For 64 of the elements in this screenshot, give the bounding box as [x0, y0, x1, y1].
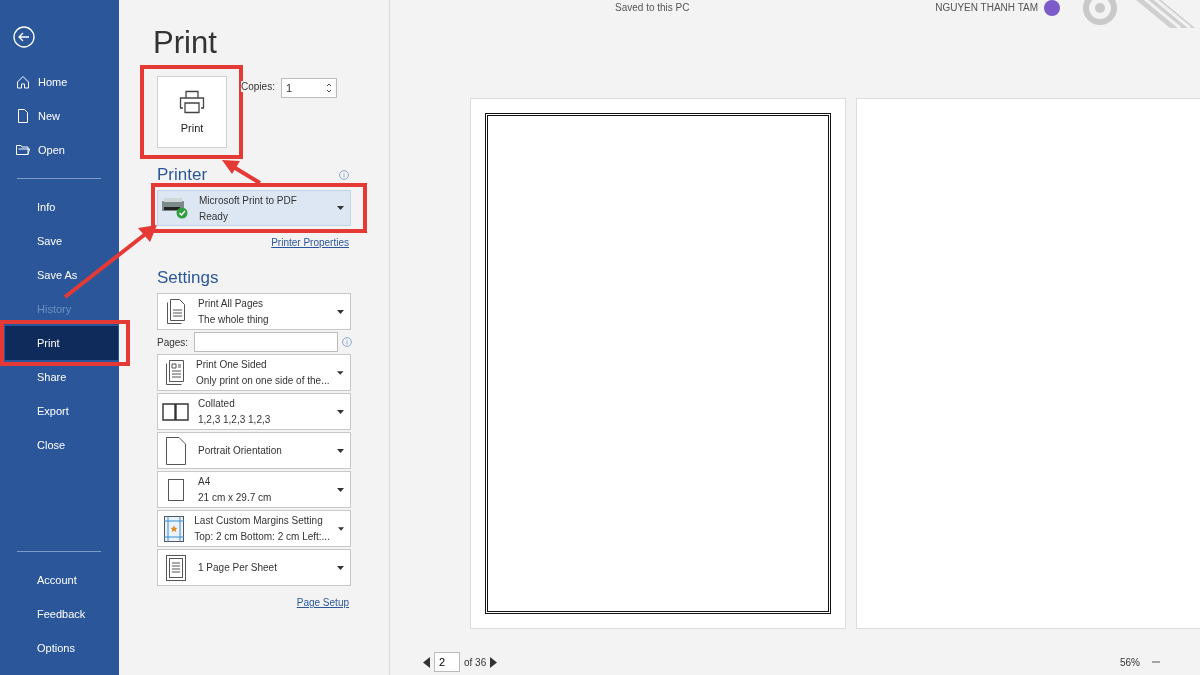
nav-label: Home: [38, 76, 68, 88]
settings-dropdown[interactable]: Collated 1,2,3 1,2,3 1,2,3: [157, 393, 351, 430]
nav-label: New: [38, 110, 60, 122]
settings-dropdown[interactable]: Print One Sided Only print on one side of the...: [157, 354, 351, 391]
page-number-field[interactable]: 2: [434, 652, 460, 672]
nav-item[interactable]: Options: [0, 631, 119, 665]
nav-item[interactable]: Account: [0, 563, 119, 597]
home-icon: [16, 75, 30, 89]
nav-item[interactable]: Share: [0, 360, 119, 394]
collated-pages-icon: [162, 402, 190, 421]
nav-item[interactable]: Home: [0, 65, 119, 99]
dropdown-caret-icon: [337, 309, 344, 314]
nav-item[interactable]: New: [0, 99, 119, 133]
dropdown-caret-icon: [337, 206, 344, 210]
printer-icon: [179, 90, 205, 114]
pages-label: Pages:: [157, 336, 189, 348]
paper-size-icon: [168, 478, 184, 501]
zoom-level: 56%: [1120, 656, 1140, 668]
portrait-page-icon: [166, 436, 186, 465]
nav-item[interactable]: Export: [0, 394, 119, 428]
document-icon: [16, 109, 30, 123]
avatar[interactable]: [1044, 0, 1060, 16]
page-count: of 36: [464, 656, 487, 668]
printer-dropdown[interactable]: Microsoft Print to PDF Ready: [157, 190, 351, 226]
printer-ready-icon: [161, 196, 189, 220]
copies-spinner[interactable]: 1: [280, 78, 337, 98]
section-heading: Printer: [157, 165, 208, 185]
settings-dropdown[interactable]: Print All Pages The whole thing: [157, 293, 351, 330]
folder-icon: [16, 143, 30, 157]
back-icon[interactable]: [13, 26, 35, 48]
next-page-icon[interactable]: [490, 656, 498, 668]
dropdown-caret-icon: [337, 370, 344, 375]
page-setup-link[interactable]: Page Setup: [296, 597, 349, 608]
section-heading: Settings: [157, 268, 220, 288]
nav-item[interactable]: Open: [0, 133, 119, 167]
printer-properties-link[interactable]: Printer Properties: [271, 237, 349, 248]
nav-item[interactable]: Feedback: [0, 597, 119, 631]
page-per-sheet-icon: [166, 554, 186, 581]
save-status: Saved to this PC: [615, 2, 690, 13]
copies-label: Copies:: [241, 81, 275, 92]
nav-item[interactable]: Info: [0, 190, 119, 224]
print-button[interactable]: Print: [157, 76, 227, 148]
dropdown-caret-icon: [337, 448, 344, 453]
dropdown-caret-icon: [337, 565, 344, 570]
page-title: Print: [153, 25, 218, 62]
dropdown-caret-icon: [337, 487, 344, 492]
nav-item[interactable]: Print: [5, 326, 118, 360]
settings-dropdown[interactable]: Portrait Orientation: [157, 432, 351, 469]
nav-label: Open: [38, 144, 65, 156]
settings-dropdown[interactable]: A4 21 cm x 29.7 cm: [157, 471, 351, 508]
dropdown-caret-icon: [337, 526, 344, 531]
one-sided-page-icon: [164, 359, 187, 386]
previous-page-icon[interactable]: [423, 656, 430, 668]
settings-dropdown[interactable]: 1 Page Per Sheet: [157, 549, 351, 586]
nav-item[interactable]: Save: [0, 224, 119, 258]
settings-dropdown[interactable]: Last Custom Margins Setting Top: 2 cm Bottom: 2 cm Left:...: [157, 510, 351, 547]
spinner-arrows-icon[interactable]: [325, 82, 332, 94]
pages-field[interactable]: [194, 332, 339, 352]
user-name: NGUYEN THANH TAM: [935, 2, 1038, 13]
nav-item[interactable]: Close: [0, 428, 119, 462]
margins-icon: [164, 515, 185, 542]
nav-item[interactable]: Save As: [0, 258, 119, 292]
document-icon: [165, 298, 187, 325]
dropdown-caret-icon: [337, 409, 344, 414]
